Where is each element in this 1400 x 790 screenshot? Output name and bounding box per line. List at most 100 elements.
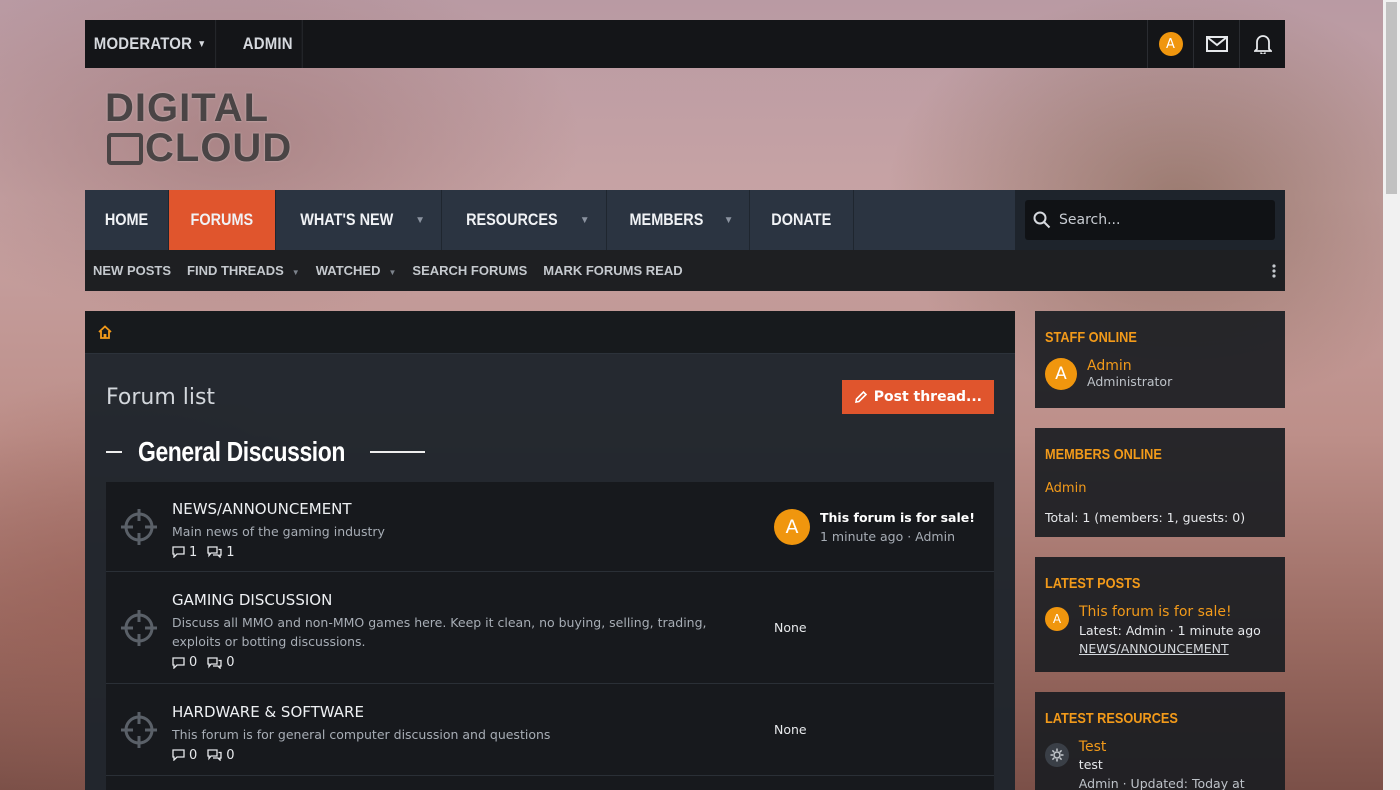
main-content: Forum list Post thread... General Discus…: [85, 311, 1015, 790]
messages-count: 1: [207, 544, 235, 560]
search-icon: [1033, 211, 1051, 229]
tab-home[interactable]: HOME: [85, 190, 169, 250]
watched-link[interactable]: WATCHED ▼: [316, 263, 397, 278]
chevron-down-icon[interactable]: ▼: [292, 268, 300, 277]
tab-label: FORUMS: [190, 210, 254, 229]
chevron-down-icon[interactable]: ▼: [388, 268, 396, 277]
avatar[interactable]: A: [1045, 358, 1077, 390]
page-title: Forum list: [106, 384, 216, 410]
forum-description: Discuss all MMO and non-MMO games here. …: [172, 615, 707, 649]
threads-count: 1: [172, 545, 197, 560]
avatar[interactable]: A: [1045, 607, 1069, 631]
tab-resources[interactable]: RESOURCES ▼: [442, 190, 607, 250]
new-posts-link[interactable]: NEW POSTS: [93, 263, 171, 278]
home-icon[interactable]: [97, 325, 113, 339]
tab-label: WHAT'S NEW: [299, 210, 393, 229]
logo-line-1: DIGITAL: [105, 86, 270, 130]
last-post-none: None: [774, 722, 807, 737]
comment-icon: [172, 656, 185, 669]
search-area: [1015, 190, 1285, 250]
tab-whats-new[interactable]: WHAT'S NEW ▼: [276, 190, 443, 250]
tab-label: RESOURCES: [466, 210, 558, 229]
logo-line-2: CLOUD: [145, 126, 293, 170]
category-header: General Discussion: [85, 414, 1015, 468]
search-box[interactable]: [1025, 200, 1275, 240]
comment-icon: [172, 546, 185, 558]
forum-title[interactable]: NEWS/ANNOUNCEMENT: [172, 500, 774, 518]
threads-value: 0: [189, 747, 198, 763]
forum-title[interactable]: HARDWARE & SOFTWARE: [172, 703, 774, 721]
tab-donate[interactable]: DONATE: [750, 190, 854, 250]
post-thread-button[interactable]: Post thread...: [841, 380, 994, 414]
forum-node-list: NEWS/ANNOUNCEMENT Main news of the gamin…: [106, 482, 994, 790]
admin-link[interactable]: ADMIN: [234, 20, 303, 68]
chevron-down-icon[interactable]: ▼: [415, 215, 425, 226]
watched-label: WATCHED: [315, 263, 381, 278]
tab-label: MEMBERS: [629, 210, 704, 229]
crosshair-icon: [106, 608, 172, 648]
collapse-toggle[interactable]: [106, 451, 122, 453]
find-threads-link[interactable]: FIND THREADS ▼: [187, 263, 300, 278]
account-button[interactable]: A: [1147, 20, 1193, 68]
messages-value: 0: [226, 655, 235, 670]
avatar[interactable]: A: [774, 508, 810, 545]
block-title[interactable]: LATEST POSTS: [1045, 575, 1140, 592]
divider: [370, 451, 426, 453]
tab-members[interactable]: MEMBERS ▼: [607, 190, 751, 250]
last-post-meta: 1 minute ago · Admin: [820, 528, 955, 544]
site-logo[interactable]: DIGITAL CLOUD: [85, 68, 1285, 190]
chevron-down-icon[interactable]: ▼: [724, 215, 734, 226]
latest-post-title[interactable]: This forum is for sale!: [1079, 604, 1261, 620]
search-input[interactable]: [1059, 212, 1259, 228]
more-options-icon[interactable]: [1271, 263, 1277, 279]
comments-icon: [207, 546, 222, 558]
resource-meta: Admin · Updated: Today at 6:22: [1078, 776, 1245, 790]
last-post-title[interactable]: This forum is for sale!: [820, 510, 975, 525]
bell-icon: [1253, 35, 1272, 54]
tab-label: DONATE: [771, 210, 832, 229]
list-item: GAMING DISCUSSION Discuss all MMO and no…: [106, 572, 994, 684]
moderator-menu[interactable]: MODERATOR ▼: [85, 20, 216, 68]
category-title[interactable]: General Discussion: [138, 436, 345, 468]
main-nav: HOME FORUMS WHAT'S NEW ▼ RESOURCES ▼ MEMBE…: [85, 190, 1285, 250]
latest-resources-block: LATEST RESOURCES Test test Admin · Updat…: [1035, 692, 1285, 790]
last-post-none: None: [774, 620, 807, 635]
crosshair-icon: [106, 710, 172, 750]
threads-count: 0: [172, 748, 197, 763]
scrollbar[interactable]: [1383, 0, 1400, 790]
threads-value: 1: [189, 544, 198, 560]
list-item: NEWS/ANNOUNCEMENT Main news of the gamin…: [106, 482, 994, 572]
comments-icon: [207, 656, 222, 669]
latest-post-meta: Latest: Admin · 1 minute ago: [1079, 623, 1261, 638]
alerts-button[interactable]: [1239, 20, 1285, 68]
gear-icon: [1045, 743, 1069, 767]
inbox-button[interactable]: [1193, 20, 1239, 68]
block-title[interactable]: LATEST RESOURCES: [1045, 710, 1178, 727]
staff-online-block: STAFF ONLINE A Admin Administrator: [1035, 311, 1285, 408]
block-title[interactable]: STAFF ONLINE: [1045, 329, 1137, 346]
mark-forums-read-link[interactable]: MARK FORUMS READ: [543, 263, 682, 278]
messages-value: 1: [226, 544, 235, 560]
members-online-block: MEMBERS ONLINE Admin Total: 1 (members: …: [1035, 428, 1285, 537]
messages-count: 0: [207, 747, 235, 763]
last-post: None: [774, 620, 994, 635]
messages-value: 0: [226, 747, 235, 763]
forum-title[interactable]: GAMING DISCUSSION: [172, 591, 774, 609]
threads-value: 0: [189, 655, 198, 670]
block-title[interactable]: MEMBERS ONLINE: [1045, 446, 1162, 463]
chevron-down-icon[interactable]: ▼: [580, 215, 590, 226]
avatar: A: [1158, 32, 1183, 56]
latest-post-forum[interactable]: NEWS/ANNOUNCEMENT: [1079, 641, 1261, 656]
post-thread-label: Post thread...: [873, 389, 982, 405]
pencil-icon: [854, 390, 867, 403]
moderator-label: MODERATOR: [93, 34, 193, 53]
search-forums-link[interactable]: SEARCH FORUMS: [412, 263, 527, 278]
scrollbar-thumb[interactable]: [1386, 2, 1397, 194]
last-post: None: [774, 722, 994, 737]
member-name[interactable]: Admin: [1045, 481, 1275, 496]
resource-title[interactable]: Test: [1079, 739, 1275, 755]
tab-forums[interactable]: FORUMS: [169, 190, 276, 250]
tab-label: HOME: [104, 210, 149, 229]
list-item: HARDWARE & SOFTWARE This forum is for ge…: [106, 684, 994, 776]
staff-name[interactable]: Admin: [1087, 358, 1172, 374]
